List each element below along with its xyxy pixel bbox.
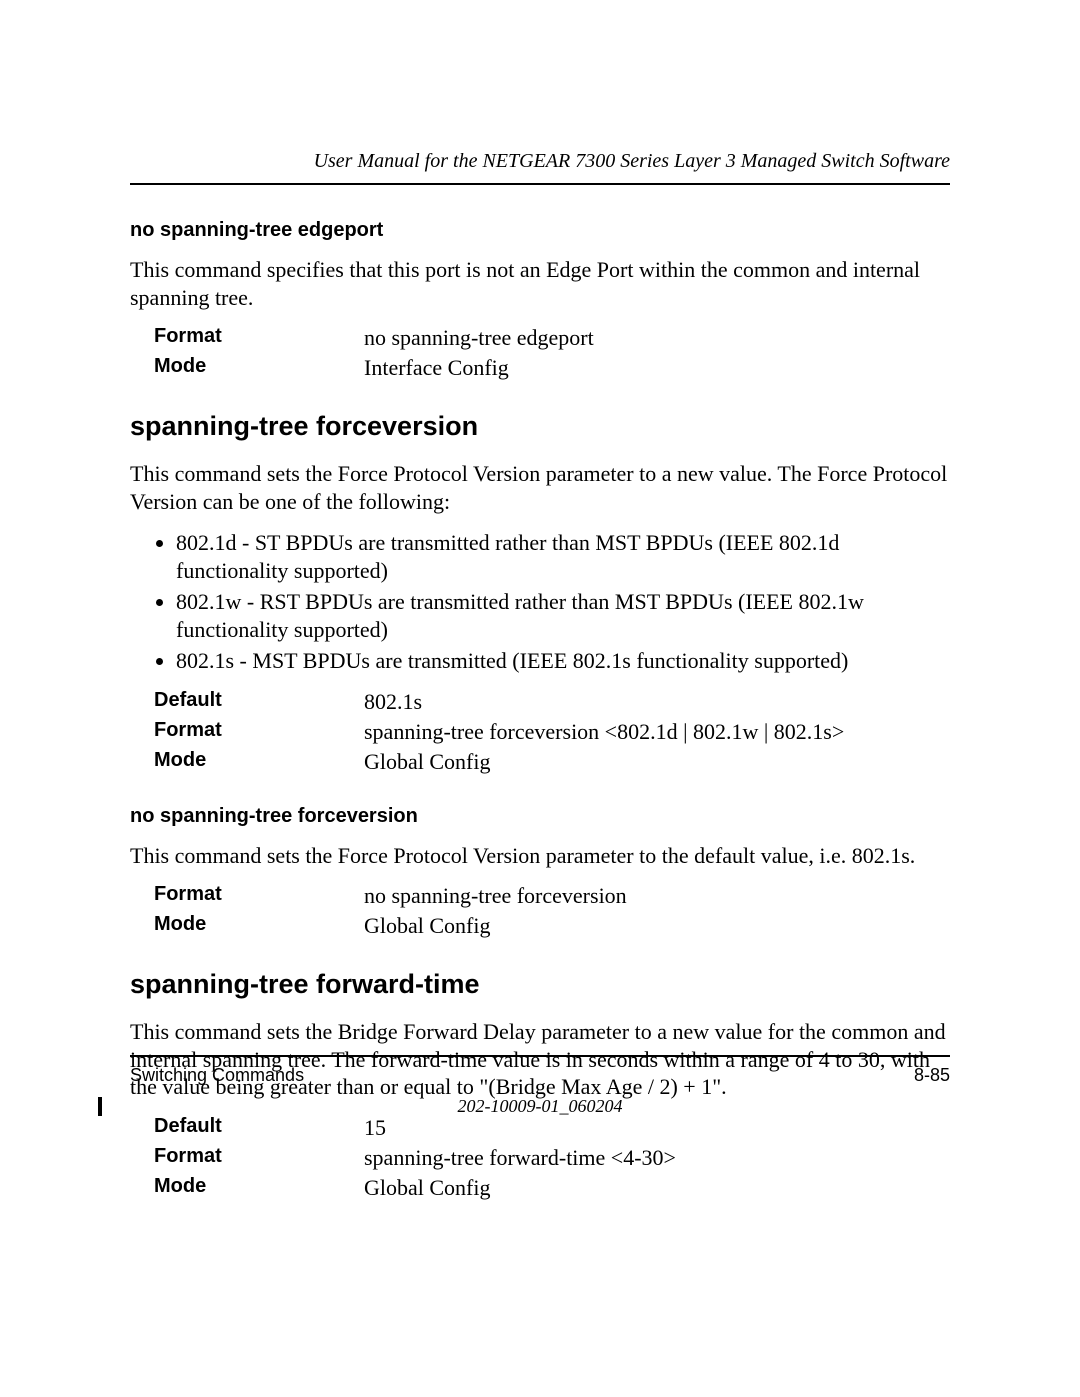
param-row: Format no spanning-tree edgeport — [154, 325, 950, 351]
param-value: Global Config — [364, 749, 491, 775]
heading-spanning-tree-forceversion: spanning-tree forceversion — [130, 411, 950, 442]
param-row: Default 15 — [154, 1115, 950, 1141]
param-label-format: Format — [154, 719, 364, 745]
param-table: Format no spanning-tree forceversion Mod… — [154, 883, 950, 939]
param-table: Default 802.1s Format spanning-tree forc… — [154, 689, 950, 775]
param-label-format: Format — [154, 883, 364, 909]
running-header: User Manual for the NETGEAR 7300 Series … — [130, 150, 950, 183]
param-row: Mode Interface Config — [154, 355, 950, 381]
body-paragraph: This command sets the Force Protocol Ver… — [130, 842, 950, 870]
param-row: Mode Global Config — [154, 749, 950, 775]
param-row: Default 802.1s — [154, 689, 950, 715]
heading-spanning-tree-forward-time: spanning-tree forward-time — [130, 969, 950, 1000]
footer-rule — [130, 1055, 950, 1057]
header-rule — [130, 183, 950, 185]
param-table: Format no spanning-tree edgeport Mode In… — [154, 325, 950, 381]
param-label-format: Format — [154, 325, 364, 351]
bullet-list: 802.1d - ST BPDUs are transmitted rather… — [130, 529, 950, 675]
param-value: spanning-tree forward-time <4-30> — [364, 1145, 676, 1171]
param-value: no spanning-tree edgeport — [364, 325, 594, 351]
body-paragraph: This command sets the Force Protocol Ver… — [130, 460, 950, 515]
list-item: 802.1w - RST BPDUs are transmitted rathe… — [176, 588, 950, 643]
param-value: Interface Config — [364, 355, 509, 381]
footer-row: Switching Commands 8-85 — [130, 1065, 950, 1086]
param-label-mode: Mode — [154, 749, 364, 775]
param-label-format: Format — [154, 1145, 364, 1171]
list-item: 802.1s - MST BPDUs are transmitted (IEEE… — [176, 647, 950, 675]
param-label-default: Default — [154, 689, 364, 715]
param-value: 15 — [364, 1115, 386, 1141]
subheading-no-spanning-tree-edgeport: no spanning-tree edgeport — [130, 219, 950, 242]
param-row: Format spanning-tree forceversion <802.1… — [154, 719, 950, 745]
param-value: 802.1s — [364, 689, 422, 715]
param-row: Format spanning-tree forward-time <4-30> — [154, 1145, 950, 1171]
param-table: Default 15 Format spanning-tree forward-… — [154, 1115, 950, 1201]
change-bar-icon — [98, 1097, 102, 1116]
param-value: Global Config — [364, 1175, 491, 1201]
subheading-no-spanning-tree-forceversion: no spanning-tree forceversion — [130, 805, 950, 828]
footer-section-name: Switching Commands — [130, 1065, 304, 1086]
param-label-mode: Mode — [154, 355, 364, 381]
param-value: spanning-tree forceversion <802.1d | 802… — [364, 719, 844, 745]
list-item: 802.1d - ST BPDUs are transmitted rather… — [176, 529, 950, 584]
param-value: no spanning-tree forceversion — [364, 883, 627, 909]
param-row: Mode Global Config — [154, 1175, 950, 1201]
page-footer: Switching Commands 8-85 202-10009-01_060… — [130, 1055, 950, 1117]
param-value: Global Config — [364, 913, 491, 939]
param-label-mode: Mode — [154, 913, 364, 939]
param-label-default: Default — [154, 1115, 364, 1141]
footer-doc-number: 202-10009-01_060204 — [130, 1096, 950, 1117]
param-row: Mode Global Config — [154, 913, 950, 939]
document-page: User Manual for the NETGEAR 7300 Series … — [0, 0, 1080, 1397]
footer-page-number: 8-85 — [914, 1065, 950, 1086]
param-row: Format no spanning-tree forceversion — [154, 883, 950, 909]
param-label-mode: Mode — [154, 1175, 364, 1201]
body-paragraph: This command specifies that this port is… — [130, 256, 950, 311]
